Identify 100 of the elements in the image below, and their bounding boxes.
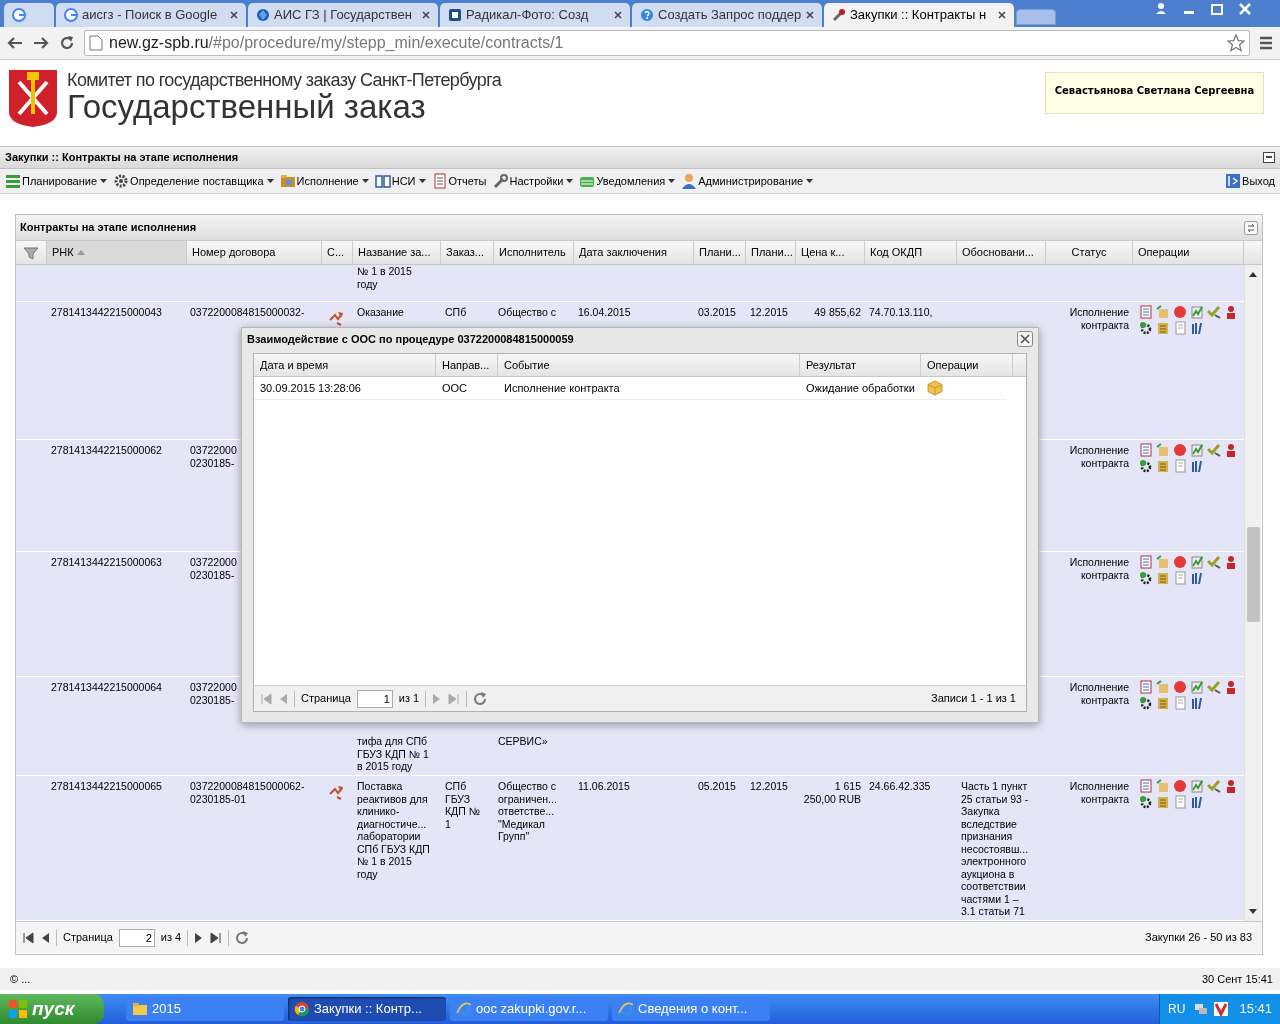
- column-header[interactable]: РНК: [47, 241, 187, 264]
- cell-text: 12.2015: [749, 305, 789, 319]
- chart-icon[interactable]: [1190, 680, 1205, 695]
- settings-icon[interactable]: [1139, 696, 1154, 711]
- taskbar-button[interactable]: Закупки :: Контр...: [288, 997, 446, 1021]
- browser-tab[interactable]: Закупки :: Контракты н: [824, 2, 1014, 27]
- settings-icon[interactable]: [1139, 459, 1154, 474]
- address-bar[interactable]: new.gz-spb.ru/#po/procedure/my/stepp_min/execute/contracts/1: [84, 29, 1250, 56]
- column-header[interactable]: Дата заключения: [574, 241, 694, 264]
- refresh-icon[interactable]: [473, 691, 488, 706]
- column-header[interactable]: Обосновани...: [957, 241, 1046, 264]
- record-icon[interactable]: [1173, 555, 1188, 570]
- scrollbar-thumb[interactable]: [1246, 527, 1260, 622]
- refresh-icon[interactable]: [1244, 220, 1258, 235]
- menu-button[interactable]: НСИ: [374, 171, 426, 191]
- chart-icon[interactable]: [1190, 555, 1205, 570]
- filter-icon[interactable]: [23, 245, 39, 260]
- browser-tab[interactable]: аисгз - Поиск в Google: [56, 2, 246, 27]
- close-icon[interactable]: [1017, 331, 1033, 347]
- column-header[interactable]: Исполнитель: [494, 241, 574, 264]
- package-icon[interactable]: [927, 380, 943, 396]
- taskbar-button[interactable]: оос zakupki.gov.r...: [450, 997, 608, 1021]
- scroll-up-icon[interactable]: [1249, 272, 1257, 277]
- taskbar-button[interactable]: Сведения о конт...: [612, 997, 770, 1021]
- page-input[interactable]: 2: [118, 928, 155, 947]
- collapse-icon[interactable]: [1263, 152, 1275, 163]
- column-header[interactable]: Цена к...: [796, 241, 865, 264]
- menu-button[interactable]: Отчеты: [431, 171, 487, 191]
- record-icon[interactable]: [1173, 680, 1188, 695]
- record-icon[interactable]: [1173, 779, 1188, 794]
- last-page-icon[interactable]: [210, 931, 223, 944]
- browser-icon: [294, 1001, 310, 1017]
- menu-button[interactable]: Настройки: [492, 171, 574, 191]
- column-header[interactable]: Код ОКДП: [865, 241, 957, 264]
- first-page-icon[interactable]: [22, 931, 34, 944]
- chart-icon[interactable]: [1190, 443, 1205, 458]
- column-header[interactable]: Номер договора: [187, 241, 322, 264]
- books-icon[interactable]: [1190, 795, 1205, 810]
- previous-page-icon[interactable]: [40, 931, 50, 944]
- refresh-icon[interactable]: [235, 930, 250, 945]
- checkmark-icon[interactable]: [1207, 779, 1222, 794]
- checkmark-icon[interactable]: [1207, 680, 1222, 695]
- status-text: © ...: [10, 971, 32, 987]
- page-input[interactable]: 1: [356, 689, 393, 708]
- logout-button[interactable]: Выход: [1225, 172, 1275, 190]
- cell-text: 12.2015: [749, 779, 789, 793]
- caret-icon: [361, 179, 369, 183]
- column-header[interactable]: Направ...: [436, 354, 498, 376]
- books-icon[interactable]: [1190, 696, 1205, 711]
- menu-button[interactable]: Уведомления: [579, 171, 676, 191]
- checkmark-icon[interactable]: [1207, 443, 1222, 458]
- browser-tab[interactable]: Радикал-Фото: Созд: [440, 2, 630, 27]
- column-header[interactable]: Дата и время: [254, 354, 436, 376]
- menu-button[interactable]: Администрирование: [681, 171, 814, 191]
- table-row[interactable]: № 1 в 2015 году: [16, 265, 1244, 302]
- menu-icon[interactable]: [1258, 34, 1274, 51]
- books-icon[interactable]: [1190, 321, 1205, 336]
- page-icon: [89, 34, 103, 51]
- record-icon[interactable]: [1173, 443, 1188, 458]
- browser-tab[interactable]: АИС ГЗ | Государствен: [248, 2, 438, 27]
- settings-icon[interactable]: [1139, 571, 1154, 586]
- menu-button[interactable]: Планирование: [5, 171, 108, 191]
- chart-icon[interactable]: [1190, 305, 1205, 320]
- scroll-down-icon[interactable]: [1249, 909, 1257, 914]
- column-header[interactable]: Название за...: [353, 241, 441, 264]
- settings-icon[interactable]: [1139, 321, 1154, 336]
- column-header[interactable]: Заказ...: [441, 241, 494, 264]
- column-header[interactable]: Операции: [1133, 241, 1244, 264]
- settings-icon[interactable]: [1139, 795, 1154, 810]
- arrow-icon[interactable]: [328, 310, 344, 326]
- menu-button[interactable]: Исполнение: [279, 171, 369, 191]
- taskbar-button[interactable]: 2015: [126, 997, 284, 1021]
- record-icon[interactable]: [1173, 305, 1188, 320]
- column-header[interactable]: Результат: [800, 354, 921, 376]
- arrow-icon[interactable]: [328, 784, 344, 800]
- scrollbar[interactable]: [1244, 265, 1261, 921]
- menu-button[interactable]: Определение поставщика: [113, 171, 274, 191]
- checkmark-icon[interactable]: [1207, 305, 1222, 320]
- new-tab-button[interactable]: [1016, 8, 1056, 25]
- column-header[interactable]: Операции: [921, 354, 1013, 376]
- antivirus-icon[interactable]: [1213, 1001, 1230, 1017]
- browser-tab[interactable]: Создать Запрос поддер: [632, 2, 822, 27]
- reload-icon[interactable]: [58, 33, 76, 52]
- network-icon[interactable]: [1193, 1001, 1210, 1017]
- cell-text: Общество с ограничен... ответстве... "Медикал Групп": [497, 779, 558, 843]
- help-icon: [640, 7, 654, 22]
- column-header[interactable]: Статус: [1046, 241, 1133, 264]
- cell-text: 11.06.2015: [577, 779, 631, 793]
- table-row[interactable]: [16, 776, 1244, 921]
- books-icon[interactable]: [1190, 571, 1205, 586]
- column-header[interactable]: Плани...: [694, 241, 746, 264]
- books-icon[interactable]: [1190, 459, 1205, 474]
- checkmark-icon[interactable]: [1207, 555, 1222, 570]
- chart-icon[interactable]: [1190, 779, 1205, 794]
- cell-text: СЕРВИС»: [497, 735, 549, 748]
- column-header[interactable]: Плани...: [746, 241, 796, 264]
- browser-tab[interactable]: [4, 2, 54, 27]
- column-header[interactable]: Событие: [498, 354, 800, 376]
- column-header[interactable]: С...: [322, 241, 353, 264]
- star-icon[interactable]: [1227, 33, 1245, 52]
